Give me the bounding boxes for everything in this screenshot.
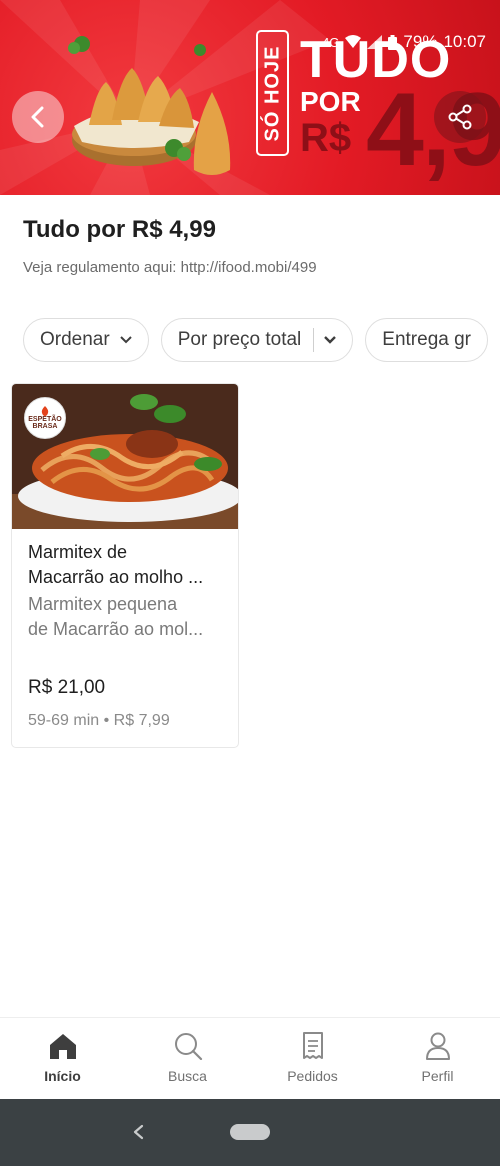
logo-text-line1: ESPETÃO <box>28 415 62 423</box>
page-title: Tudo por R$ 4,99 <box>23 216 216 243</box>
system-home-pill[interactable] <box>230 1124 270 1140</box>
price-filter-chip[interactable]: Por preço total <box>160 318 354 362</box>
promo-tag-label: SÓ HOJE <box>261 45 284 141</box>
logo-text-line2: BRASA <box>32 423 58 430</box>
delivery-fee: R$ 7,99 <box>113 712 170 729</box>
restaurant-logo: ESPETÃO BRASA <box>24 397 66 439</box>
filter-bar: Ordenar Por preço total Entrega gr <box>23 318 489 362</box>
nav-item-perfil[interactable]: Perfil <box>375 1018 500 1099</box>
signal-icon <box>367 35 383 49</box>
clock: 10:07 <box>443 32 486 51</box>
free-delivery-filter-chip[interactable]: Entrega gr <box>365 318 489 362</box>
share-button[interactable] <box>434 91 486 143</box>
home-icon <box>49 1034 76 1059</box>
product-title: Marmitex de Macarrão ao molho ... <box>28 540 228 590</box>
product-description: Marmitex pequena de Macarrão ao mol... <box>28 592 228 642</box>
product-description-line1: Marmitex pequena <box>28 594 178 614</box>
sort-filter-label: Ordenar <box>40 329 110 350</box>
sort-filter-chip[interactable]: Ordenar <box>23 318 149 362</box>
battery-level: 79% <box>403 32 438 51</box>
nav-label-busca: Busca <box>168 1068 207 1084</box>
price-filter-label: Por preço total <box>177 329 302 350</box>
flame-icon <box>41 405 49 416</box>
share-icon <box>448 104 472 130</box>
profile-icon <box>425 1032 450 1060</box>
network-label: 4G <box>322 34 340 50</box>
coxinha-basket-image <box>68 36 231 175</box>
orders-icon <box>302 1032 323 1059</box>
product-card[interactable]: ESPETÃO BRASA Marmitex de Macarrão ao mo… <box>11 383 239 748</box>
nav-item-pedidos[interactable]: Pedidos <box>250 1018 375 1099</box>
nav-label-pedidos: Pedidos <box>287 1068 338 1084</box>
status-bar: 4G 79% 10:07 <box>322 32 486 52</box>
chevron-down-icon <box>119 336 132 344</box>
meta-separator: • <box>103 712 110 729</box>
promo-banner: SÓ HOJE TUDO POR R$ 4,99 4G 79% 10:07 <box>0 0 500 195</box>
product-price: R$ 21,00 <box>28 677 106 698</box>
product-title-line1: Marmitex de <box>28 542 128 562</box>
product-title-line2: Macarrão ao molho ... <box>28 567 204 587</box>
nav-item-busca[interactable]: Busca <box>125 1018 250 1099</box>
promo-tag: SÓ HOJE <box>256 30 289 156</box>
promo-currency: R$ <box>300 116 352 160</box>
nav-label-perfil: Perfil <box>421 1068 454 1084</box>
product-description-line2: de Macarrão ao mol... <box>28 619 204 639</box>
system-nav-bar <box>0 1099 500 1166</box>
nav-item-inicio[interactable]: Início <box>0 1018 125 1099</box>
nav-label-inicio: Início <box>44 1068 81 1084</box>
chevron-down-icon <box>324 336 337 344</box>
chevron-left-icon <box>31 106 44 128</box>
wifi-icon <box>345 35 362 48</box>
rules-link[interactable]: Veja regulamento aqui: http://ifood.mobi… <box>23 259 317 276</box>
chip-divider <box>313 328 315 352</box>
promo-por: POR <box>300 86 361 117</box>
battery-icon <box>388 34 398 50</box>
delivery-info: 59-69 min • R$ 7,99 <box>28 712 170 730</box>
bottom-nav: Início Busca Pedidos Perfil <box>0 1017 500 1099</box>
system-back-icon[interactable] <box>128 1121 148 1143</box>
search-icon <box>174 1033 202 1060</box>
free-delivery-filter-label: Entrega gr <box>382 329 472 350</box>
back-button[interactable] <box>12 91 64 143</box>
delivery-time: 59-69 min <box>28 712 100 729</box>
